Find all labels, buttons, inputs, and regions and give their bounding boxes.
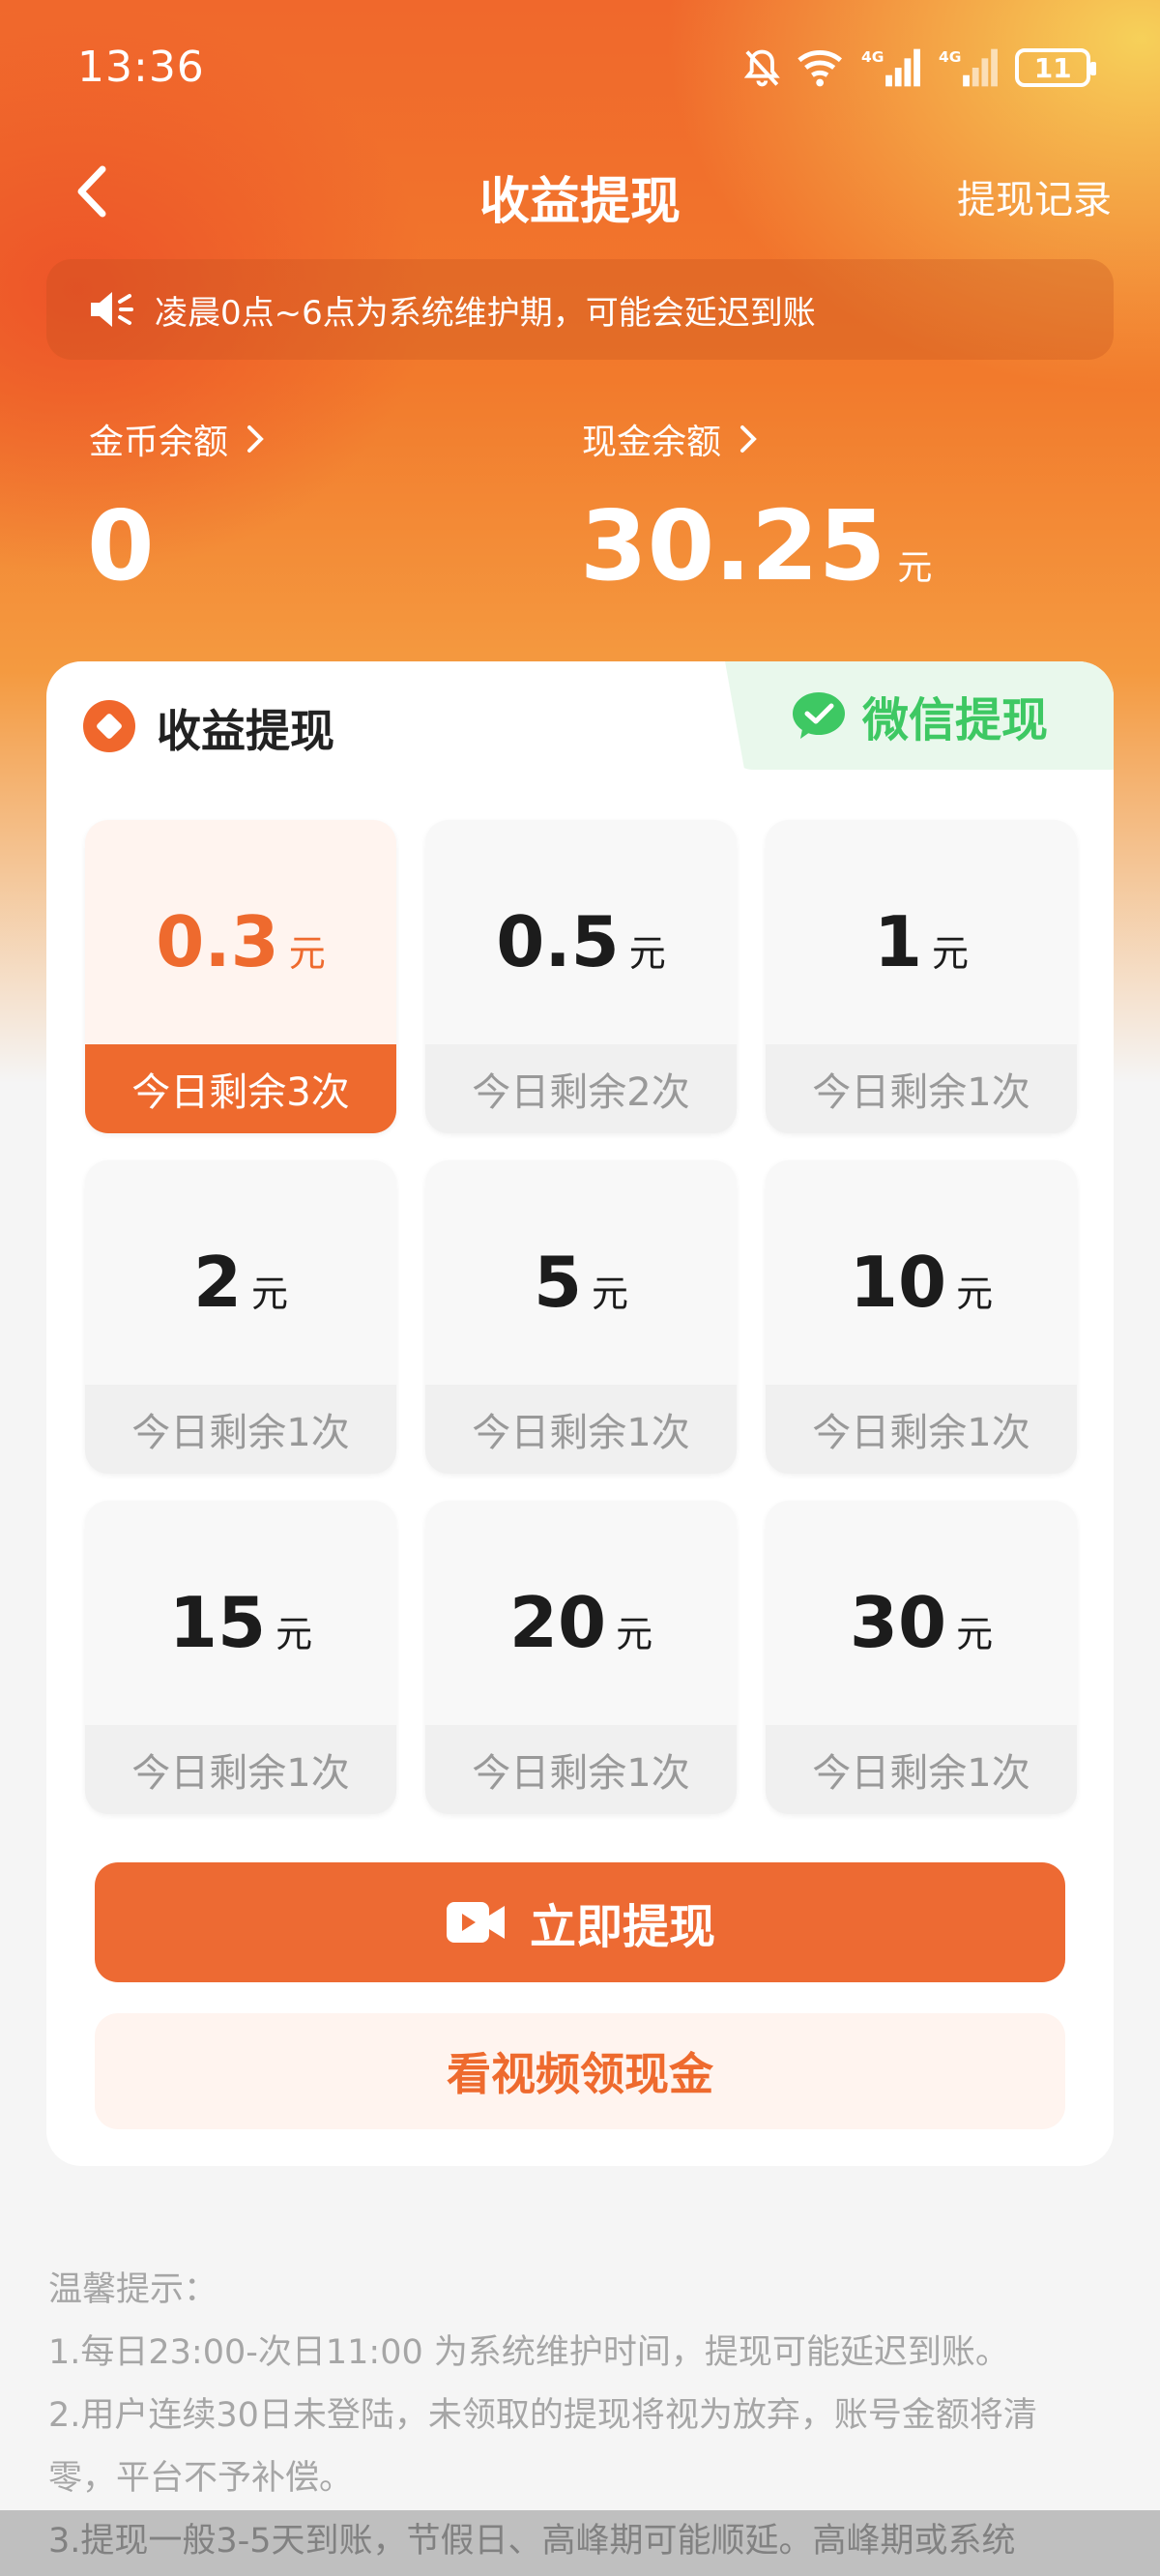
amount-value: 0.5 xyxy=(496,901,620,982)
amount-option[interactable]: 0.5 元 今日剩余2次 xyxy=(425,820,737,1133)
amount-option[interactable]: 10 元 今日剩余1次 xyxy=(766,1160,1077,1474)
status-time: 13:36 xyxy=(77,43,205,92)
coin-balance-value: 0 xyxy=(87,489,155,602)
amount-value: 10 xyxy=(849,1242,947,1323)
remaining-count: 今日剩余1次 xyxy=(766,1385,1077,1474)
amount-unit: 元 xyxy=(956,1613,994,1655)
tip-line: 1.每日23:00-次日11:00 为系统维护时间，提现可能延迟到账。 xyxy=(48,2333,1009,2372)
wechat-icon xyxy=(792,692,845,739)
remaining-count: 今日剩余2次 xyxy=(425,1044,737,1133)
amount-value: 20 xyxy=(508,1582,607,1663)
card-title: 收益提现 xyxy=(157,705,334,757)
chevron-right-icon xyxy=(740,425,757,453)
amount-option[interactable]: 30 元 今日剩余1次 xyxy=(766,1501,1077,1814)
amount-unit: 元 xyxy=(276,1613,313,1655)
back-arrow-icon xyxy=(77,165,106,218)
amount-option[interactable]: 1元 今日剩余1次 xyxy=(766,820,1077,1133)
watch-video-button[interactable]: 看视频领现金 xyxy=(95,2013,1065,2129)
amount-option[interactable]: 5元 今日剩余1次 xyxy=(425,1160,737,1474)
amount-value: 30 xyxy=(849,1582,947,1663)
video-camera-icon xyxy=(446,1902,505,1943)
wifi-icon xyxy=(797,50,842,87)
signal-icon: 4G xyxy=(939,48,998,87)
cash-balance-value: 30.25 xyxy=(580,489,886,602)
amount-unit: 元 xyxy=(628,932,666,975)
amount-option[interactable]: 2元 今日剩余1次 xyxy=(85,1160,396,1474)
remaining-count: 今日剩余1次 xyxy=(766,1725,1077,1814)
chevron-right-icon xyxy=(247,425,264,453)
amount-unit: 元 xyxy=(932,932,970,975)
battery-icon: 11 xyxy=(1015,48,1096,87)
cash-balance-unit: 元 xyxy=(897,548,933,588)
cash-balance: 30.25 元 xyxy=(580,489,932,602)
watch-video-label: 看视频领现金 xyxy=(447,2048,713,2100)
amount-value: 15 xyxy=(168,1582,267,1663)
remaining-count: 今日剩余1次 xyxy=(425,1385,737,1474)
tip-line: 2.用户连续30日未登陆，未领取的提现将视为放弃，账号金额将清 xyxy=(48,2396,1037,2435)
coin-balance-link[interactable]: 金币余额 xyxy=(89,414,265,464)
bottom-overlay xyxy=(0,2510,1160,2576)
battery-level: 11 xyxy=(1033,51,1072,84)
wechat-withdraw-label: 微信提现 xyxy=(861,693,1048,747)
amount-unit: 元 xyxy=(288,932,326,975)
net-label-2: 4G xyxy=(939,48,961,66)
back-button[interactable] xyxy=(64,162,118,220)
amount-value: 1 xyxy=(873,901,923,982)
signal-icon: 4G xyxy=(861,48,920,87)
mute-bell-icon xyxy=(743,49,780,87)
withdraw-now-label: 立即提现 xyxy=(529,1900,715,1954)
amount-option[interactable]: 20 元 今日剩余1次 xyxy=(425,1501,737,1814)
notice-text: 凌晨0点~6点为系统维护期，可能会延迟到账 xyxy=(155,293,816,333)
amount-unit: 元 xyxy=(251,1273,289,1315)
net-label-1: 4G xyxy=(861,48,884,66)
withdraw-now-button[interactable]: 立即提现 xyxy=(95,1862,1065,1982)
remaining-count: 今日剩余1次 xyxy=(85,1725,396,1814)
remaining-count: 今日剩余3次 xyxy=(85,1044,396,1133)
remaining-count: 今日剩余1次 xyxy=(425,1725,737,1814)
tips-title: 温馨提示： xyxy=(48,2270,218,2309)
amount-unit: 元 xyxy=(592,1273,629,1315)
amount-unit: 元 xyxy=(616,1613,653,1655)
coin-balance-label: 金币余额 xyxy=(89,423,229,462)
amount-option[interactable]: 15 元 今日剩余1次 xyxy=(85,1501,396,1814)
amount-option[interactable]: 0.3 元 今日剩余3次 xyxy=(85,820,396,1133)
amount-value: 0.3 xyxy=(156,901,279,982)
maintenance-notice: 凌晨0点~6点为系统维护期，可能会延迟到账 xyxy=(46,259,1114,360)
tip-line: 零，平台不予补偿。 xyxy=(48,2459,354,2498)
amount-value: 2 xyxy=(192,1242,243,1323)
amount-value: 5 xyxy=(533,1242,583,1323)
withdraw-history-link[interactable]: 提现记录 xyxy=(957,168,1112,224)
remaining-count: 今日剩余1次 xyxy=(85,1385,396,1474)
speaker-icon xyxy=(91,292,133,327)
diamond-icon xyxy=(83,700,135,752)
amount-unit: 元 xyxy=(956,1273,994,1315)
remaining-count: 今日剩余1次 xyxy=(766,1044,1077,1133)
status-icons: 4G 4G 11 xyxy=(742,43,1096,93)
cash-balance-link[interactable]: 现金余额 xyxy=(582,414,758,464)
wechat-withdraw-tab[interactable]: 微信提现 xyxy=(725,661,1114,770)
cash-balance-label: 现金余额 xyxy=(582,423,722,462)
